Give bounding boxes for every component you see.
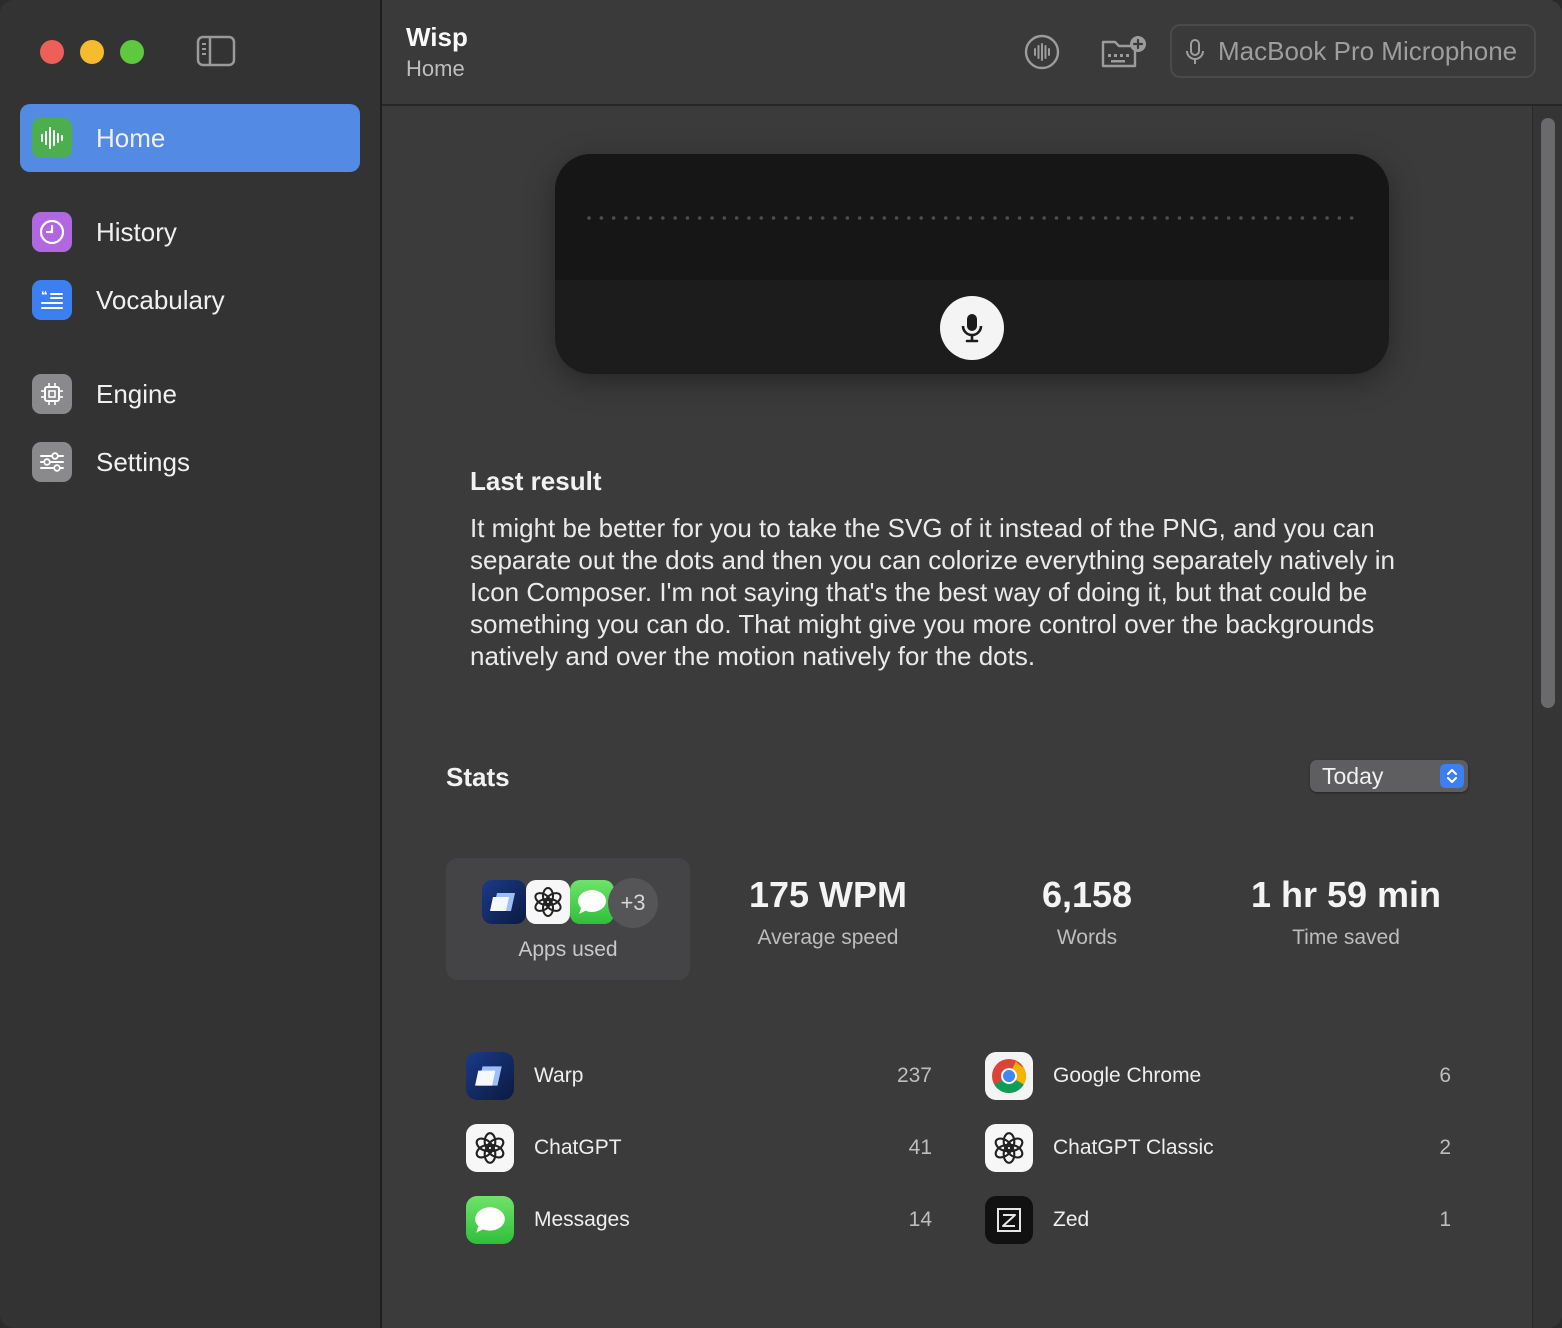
list-item: ChatGPT 41 <box>466 1124 956 1174</box>
chrome-icon <box>985 1052 1033 1100</box>
stat-label: Words <box>1056 926 1118 949</box>
app-count: 14 <box>908 1208 932 1231</box>
sidebar-toggle-icon[interactable] <box>196 35 236 72</box>
clock-icon <box>32 212 72 252</box>
app-icon-stack: +3 <box>482 878 662 928</box>
stat-average-speed: 175 WPM Average speed <box>708 874 948 950</box>
app-name: Messages <box>534 1208 630 1231</box>
quote-list-icon: ❝ <box>32 280 72 320</box>
waveform-dots <box>587 216 1357 220</box>
chip-icon <box>32 374 72 414</box>
microphone-select[interactable]: MacBook Pro Microphone <box>1170 24 1536 78</box>
app-count: 41 <box>908 1136 932 1159</box>
waveform-icon <box>32 118 72 158</box>
sidebar-item-label: Home <box>96 123 166 153</box>
add-dictation-button[interactable] <box>1098 30 1150 74</box>
main-content: Wisp Home MacBook Pro Microphone Last re… <box>382 0 1562 1328</box>
stat-time-saved: 1 hr 59 min Time saved <box>1226 874 1466 950</box>
list-item: ChatGPT Classic 2 <box>985 1124 1475 1174</box>
sidebar-item-history[interactable]: History <box>20 198 360 266</box>
sidebar-item-engine[interactable]: Engine <box>20 360 360 428</box>
sidebar-item-label: Engine <box>96 379 177 409</box>
toolbar: Wisp Home MacBook Pro Microphone <box>382 0 1562 106</box>
microphone-icon <box>961 314 983 343</box>
stats-range-select[interactable]: Today <box>1310 760 1468 792</box>
app-name: Google Chrome <box>1053 1064 1202 1087</box>
chatgpt-icon <box>985 1124 1033 1172</box>
minimize-window-button[interactable] <box>80 40 104 64</box>
zoom-window-button[interactable] <box>120 40 144 64</box>
list-item: Google Chrome 6 <box>985 1052 1475 1102</box>
app-name: ChatGPT <box>534 1136 622 1159</box>
apps-used-card[interactable]: +3 Apps used <box>446 858 690 980</box>
list-item: Messages 14 <box>466 1196 956 1246</box>
app-count: 1 <box>1439 1208 1451 1231</box>
waveform-circle-icon <box>1024 34 1060 70</box>
warp-icon <box>482 880 526 924</box>
svg-text:❝: ❝ <box>41 289 47 302</box>
sidebar-item-label: History <box>96 217 177 247</box>
more-apps-badge: +3 <box>608 878 658 928</box>
close-window-button[interactable] <box>40 40 64 64</box>
stat-label: Average speed <box>757 926 899 949</box>
last-result-heading: Last result <box>470 466 602 496</box>
app-title: Wisp <box>406 22 468 52</box>
app-name: ChatGPT Classic <box>1053 1136 1214 1159</box>
scrollbar[interactable] <box>1532 106 1562 1328</box>
app-count: 237 <box>896 1064 932 1087</box>
sidebar-item-settings[interactable]: Settings <box>20 428 360 496</box>
waveform-button[interactable] <box>1020 30 1064 74</box>
app-count: 6 <box>1439 1064 1451 1087</box>
last-result-text: It might be better for you to take the S… <box>470 513 1396 671</box>
chatgpt-icon <box>526 880 570 924</box>
scrollbar-thumb[interactable] <box>1541 118 1555 708</box>
record-button[interactable] <box>940 296 1004 360</box>
keyboard-plus-icon <box>1101 36 1146 68</box>
microphone-icon <box>1186 39 1204 64</box>
stat-words: 6,158 Words <box>967 874 1207 950</box>
app-name: Warp <box>534 1064 584 1087</box>
sidebar-item-label: Vocabulary <box>96 285 225 315</box>
app-name: Zed <box>1053 1208 1090 1231</box>
recorder-panel <box>555 154 1389 374</box>
sidebar-item-home[interactable]: Home <box>20 104 360 172</box>
sidebar-item-label: Settings <box>96 447 190 477</box>
app-count: 2 <box>1439 1136 1451 1159</box>
list-item: Warp 237 <box>466 1052 956 1102</box>
stat-value: 6,158 <box>1041 874 1133 915</box>
zed-icon <box>985 1196 1033 1244</box>
microphone-select-value: MacBook Pro Microphone <box>1218 36 1518 66</box>
chevron-updown-icon <box>1440 764 1464 788</box>
list-item: Zed 1 <box>985 1196 1475 1246</box>
stat-value: 1 hr 59 min <box>1250 874 1442 915</box>
warp-icon <box>466 1052 514 1100</box>
page-subtitle: Home <box>406 56 465 81</box>
sidebar-item-vocabulary[interactable]: ❝ Vocabulary <box>20 266 360 334</box>
stat-value: 175 WPM <box>748 874 908 915</box>
stats-range-value: Today <box>1322 763 1384 789</box>
app-window: Home History ❝ Vocabulary Engine Setting… <box>0 0 1562 1328</box>
stats-heading: Stats <box>446 762 510 792</box>
stat-label: Time saved <box>1292 926 1400 949</box>
sliders-icon <box>32 442 72 482</box>
apps-used-label: Apps used <box>518 938 618 961</box>
sidebar: Home History ❝ Vocabulary Engine Setting… <box>0 0 382 1328</box>
waveform-display <box>555 154 1389 280</box>
messages-icon <box>466 1196 514 1244</box>
chatgpt-icon <box>466 1124 514 1172</box>
